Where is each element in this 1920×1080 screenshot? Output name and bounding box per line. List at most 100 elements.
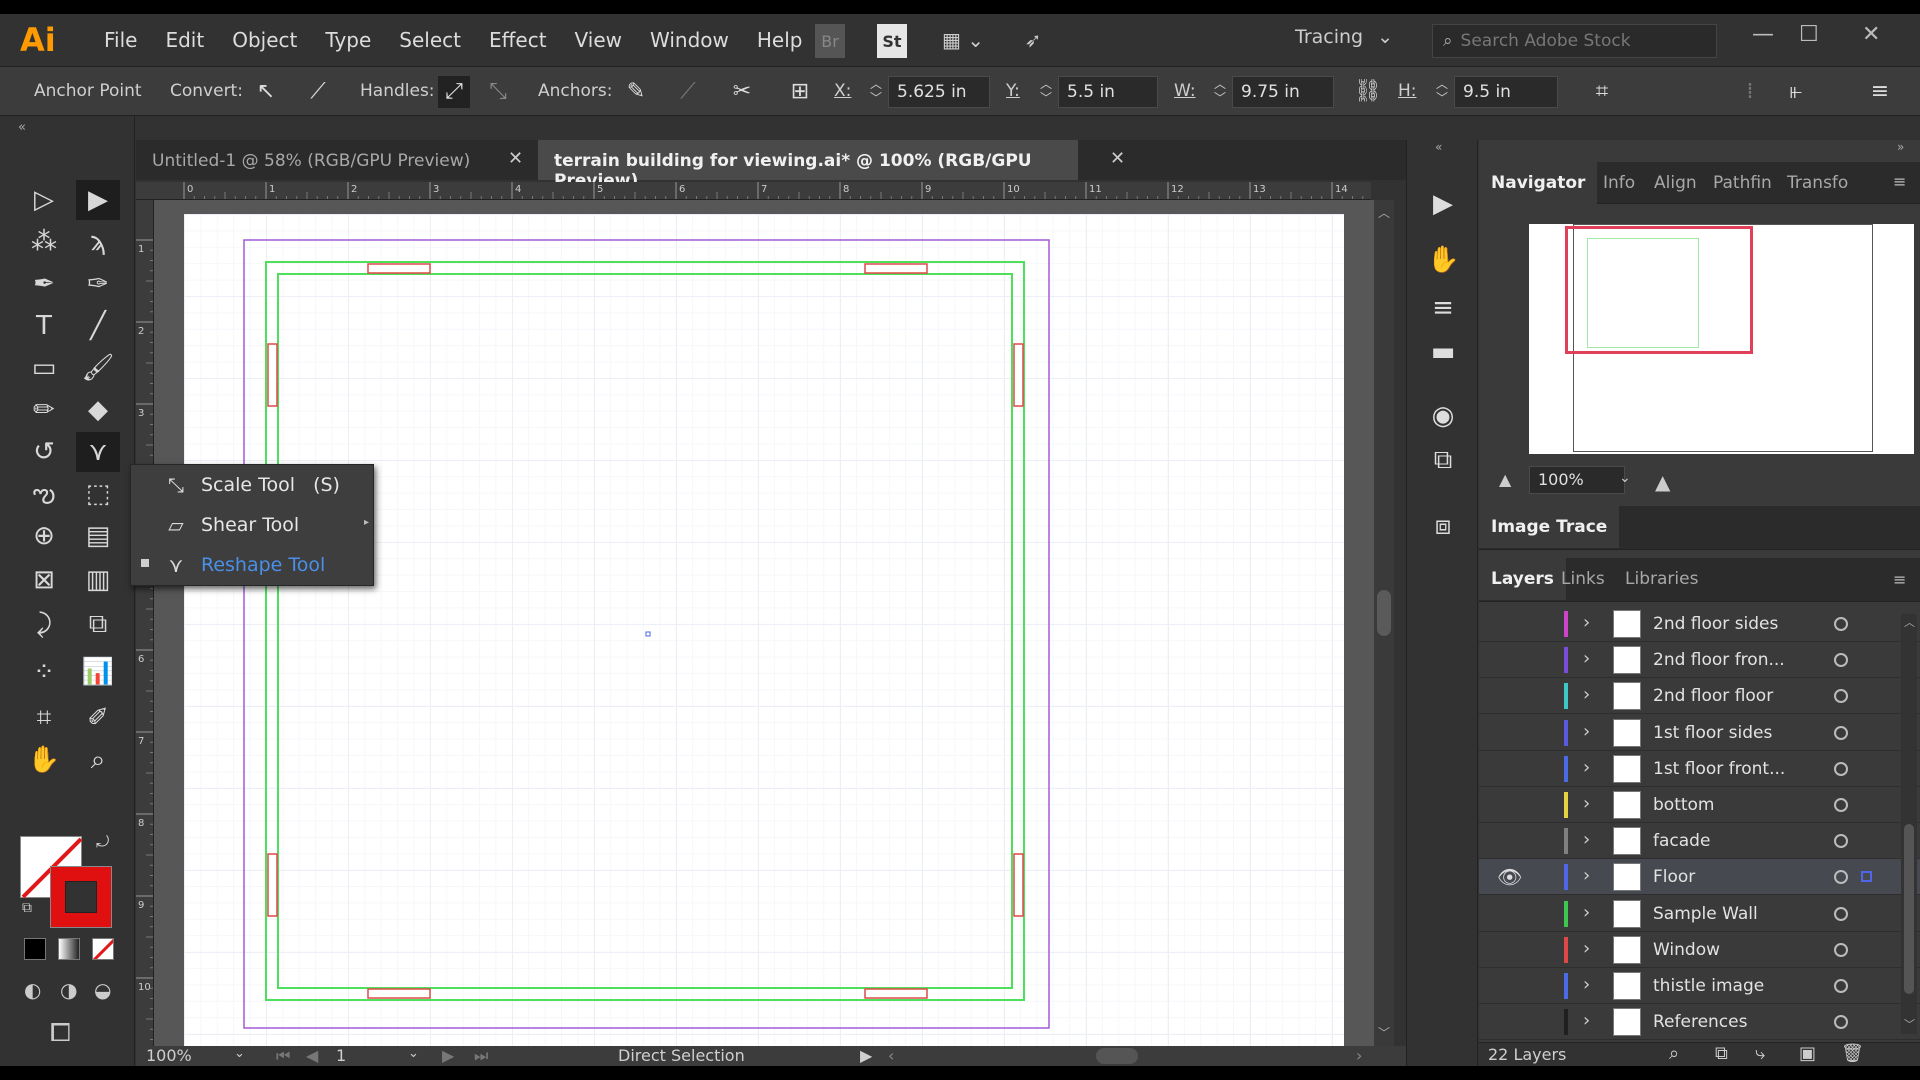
w-field[interactable]: 9.75 in [1232,76,1334,108]
menu-window[interactable]: Window [636,28,743,52]
gradient-mode-icon[interactable] [58,938,80,960]
search-stock-field[interactable]: ⌕ Search Adobe Stock [1432,24,1717,58]
delete-layer-icon[interactable]: 🗑 [1841,1043,1864,1064]
tab-image-trace[interactable]: Image Trace [1479,506,1620,548]
artboard-dropdown-icon[interactable]: ⌄ [408,1046,419,1061]
inner-guide[interactable] [277,273,1013,989]
locate-object-icon[interactable]: ⌕ [1669,1043,1679,1064]
artboard-number[interactable]: 1 [336,1046,346,1065]
layer-row[interactable]: › 1st floor front... [1479,751,1920,787]
flyout-shear-tool[interactable]: ▱ Shear Tool ▸ [131,505,375,545]
maximize-icon[interactable]: ☐ [1799,22,1819,47]
chevron-right-icon[interactable]: › [1583,612,1590,633]
top-right-window-mark[interactable] [864,263,928,274]
chevron-right-icon[interactable]: › [1583,902,1590,923]
tab-terrain-building[interactable]: terrain building for viewing.ai* @ 100% … [538,140,1078,191]
close-tab-icon[interactable]: ✕ [1110,148,1125,169]
layer-name[interactable]: facade [1653,831,1710,851]
navigator-zoom-field[interactable]: 100% [1529,466,1625,494]
gpu-performance-icon[interactable]: ➶ [1018,23,1048,57]
panel-menu-icon[interactable]: ≡ [1893,570,1906,589]
symbols-panel-icon[interactable]: ⧈ [1427,510,1459,542]
close-tab-icon[interactable]: ✕ [508,148,523,169]
w-spinner-icon[interactable]: ︿ ﹀ [1210,77,1230,107]
tab-align[interactable]: Align [1642,162,1709,204]
zoom-in-icon[interactable]: ▲ [1655,470,1670,494]
target-icon[interactable] [1834,870,1848,885]
bottom-left-window-mark[interactable] [367,988,431,999]
stroke-panel-icon[interactable]: ≡ [1427,292,1459,324]
eraser-tool-icon[interactable]: ◆ [76,390,120,430]
chevron-right-icon[interactable]: › [1583,974,1590,995]
screen-mode-icon[interactable]: ⧠ [50,1018,71,1049]
flyout-reshape-tool[interactable]: ⋎ Reshape Tool [131,545,375,585]
arrange-documents-icon[interactable]: ▦ ⌄ [933,23,993,57]
tab-libraries[interactable]: Libraries [1613,558,1710,600]
chevron-right-icon[interactable]: › [1583,938,1590,959]
stock-button[interactable]: St [877,24,907,58]
tab-links[interactable]: Links [1549,558,1617,600]
x-spinner-icon[interactable]: ︿ ﹀ [866,77,886,107]
target-icon[interactable] [1834,1015,1848,1030]
actions-panel-icon[interactable]: ▶ [1427,188,1459,220]
perspective-grid-tool-icon[interactable]: ▤ [76,516,120,556]
chevron-right-icon[interactable]: › [1583,865,1590,886]
gradient-tool-icon[interactable]: ▥ [76,560,120,600]
free-transform-tool-icon[interactable]: ⬚ [76,474,120,514]
draw-normal-icon[interactable]: ◐ [24,978,41,1002]
transform-icon[interactable]: ⌗ [1586,76,1618,108]
tab-untitled[interactable]: Untitled-1 @ 58% (RGB/GPU Preview) [136,140,526,180]
flyout-scale-tool[interactable]: ⤡ Scale Tool (S) [131,465,375,505]
draw-inside-icon[interactable]: ◒ [94,978,111,1002]
hide-handles-icon[interactable]: ⤡ [482,76,514,108]
target-icon[interactable] [1834,689,1848,704]
center-point[interactable] [645,631,651,637]
layer-row[interactable]: › Window [1479,932,1920,968]
menu-edit[interactable]: Edit [151,28,218,52]
draw-behind-icon[interactable]: ◑ [60,978,77,1002]
new-sublayer-icon[interactable]: ⤷ [1755,1043,1765,1064]
menu-type[interactable]: Type [311,28,385,52]
x-field[interactable]: 5.625 in [888,76,990,108]
eye-icon[interactable]: 👁 [1497,865,1522,889]
zoom-out-icon[interactable]: ▲ [1499,470,1511,489]
gradient-panel-icon[interactable]: ▬ [1427,336,1459,368]
right-bottom-window-mark[interactable] [1013,853,1024,917]
shape-builder-tool-icon[interactable]: ⊕ [22,516,66,556]
isolate-anchors-icon[interactable]: ⊞ [784,76,816,108]
bridge-button[interactable]: Br [815,24,845,58]
pencil-tool-icon[interactable]: ✏ [22,390,66,430]
next-artboard-icon[interactable]: ▶ [442,1046,454,1065]
status-menu-icon[interactable]: ▶ [860,1046,872,1065]
menu-file[interactable]: File [90,28,151,52]
slice-tool-icon[interactable]: ✐ [76,698,120,738]
menu-select[interactable]: Select [385,28,475,52]
chevron-right-icon[interactable]: › [1583,721,1590,742]
vertical-scrollbar[interactable]: ︿ ﹀ [1374,200,1394,1046]
new-layer-icon[interactable]: ▣ [1799,1043,1816,1064]
canvas[interactable] [154,200,1374,1046]
warp-tool-icon[interactable]: ఌ [22,474,66,514]
panel-menu-icon[interactable]: ≡ [1864,76,1896,108]
scroll-thumb[interactable] [1377,590,1391,636]
layer-row[interactable]: › bottom [1479,787,1920,823]
target-icon[interactable] [1834,798,1848,812]
h-field[interactable]: 9.5 in [1454,76,1558,108]
layer-row[interactable]: › 2nd floor floor [1479,678,1920,715]
navigator-preview[interactable] [1529,224,1914,454]
symbol-sprayer-tool-icon[interactable]: ⁘ [22,652,66,692]
convert-corner-icon[interactable]: ↖ [250,76,282,108]
selection-tool-icon[interactable]: ▷ [22,180,66,220]
chevron-right-icon[interactable]: › [1583,648,1590,669]
connect-anchor-icon[interactable]: ⟋ [672,76,704,108]
direct-selection-tool-icon[interactable]: ▶ [76,180,120,220]
layer-row[interactable]: › 2nd floor fron... [1479,642,1920,679]
menu-help[interactable]: Help [743,28,817,52]
layer-name[interactable]: Sample Wall [1653,904,1758,924]
artboard[interactable] [184,214,1344,1046]
make-clipping-mask-icon[interactable]: ⧉ [1715,1043,1728,1064]
convert-smooth-icon[interactable]: ⟋ [302,76,334,108]
magic-wand-tool-icon[interactable]: ⁂ [22,222,66,262]
layer-name[interactable]: Floor [1653,867,1695,887]
target-icon[interactable] [1834,617,1848,631]
